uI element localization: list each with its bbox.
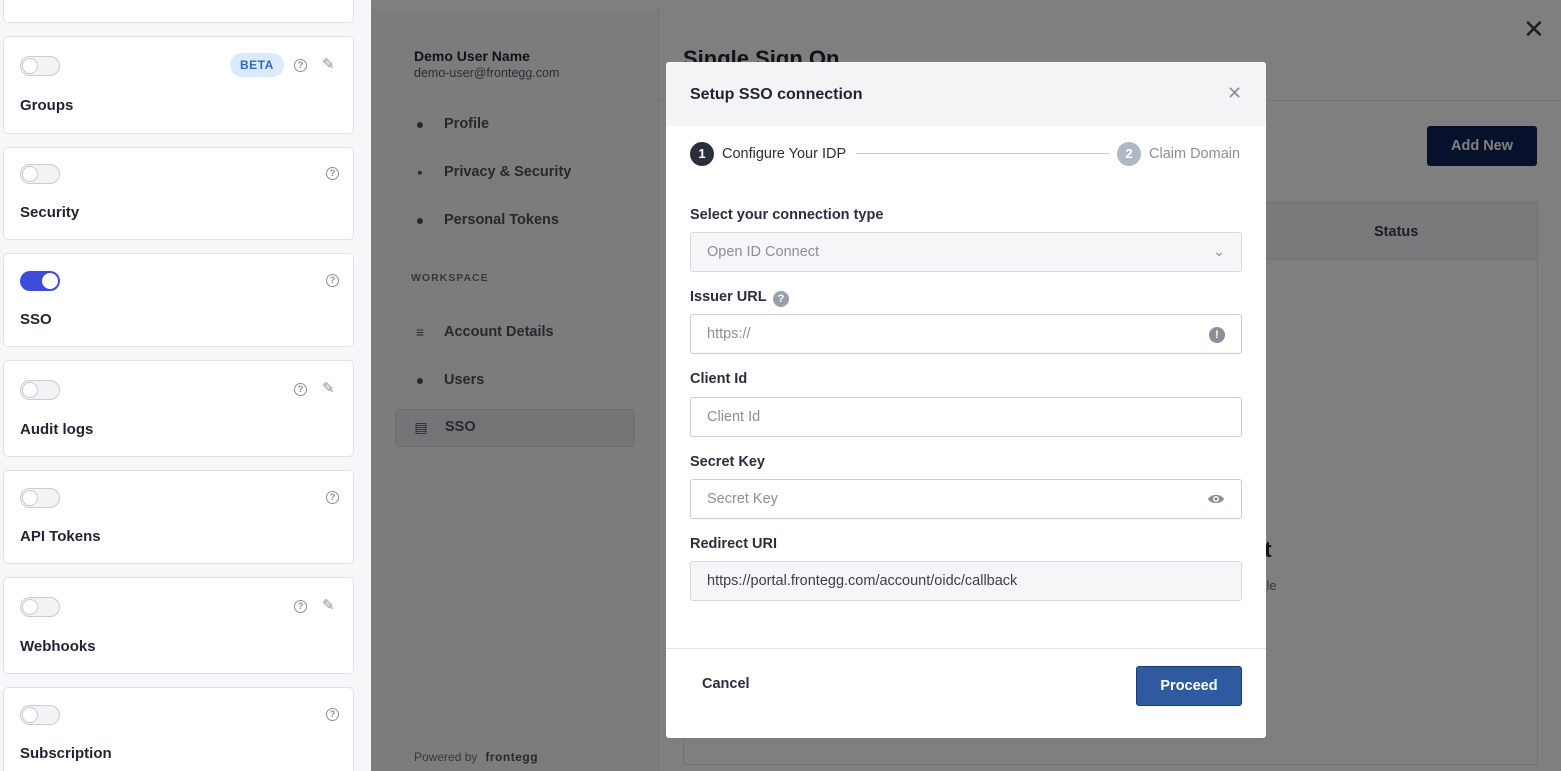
feature-title: Subscription — [20, 745, 112, 762]
feature-card-security: ? Security — [3, 147, 354, 240]
feature-title: Security — [20, 204, 80, 221]
toggle-knob — [22, 490, 38, 506]
step-label-configure-idp: Configure Your IDP — [722, 146, 847, 162]
issuer-url-label: Issuer URL — [690, 289, 767, 305]
secret-key-label: Secret Key — [690, 454, 765, 470]
connection-type-label: Select your connection type — [690, 207, 884, 223]
webhooks-toggle[interactable] — [20, 597, 60, 617]
groups-toggle[interactable] — [20, 56, 60, 76]
redirect-uri-field[interactable]: https://portal.frontegg.com/account/oidc… — [690, 561, 1242, 601]
setup-sso-modal: Setup SSO connection ✕ 1 Configure Your … — [666, 62, 1266, 738]
step-number-2: 2 — [1117, 142, 1141, 166]
feature-card-webhooks: ? ✎ Webhooks — [3, 577, 354, 674]
feature-title: Audit logs — [20, 421, 94, 438]
toggle-knob — [22, 58, 38, 74]
feature-card-subscription: ? Subscription — [3, 687, 354, 771]
issuer-url-placeholder: https:// — [707, 326, 751, 342]
feature-title: Webhooks — [20, 638, 96, 655]
toggle-knob — [22, 707, 38, 723]
stepper-line — [856, 153, 1109, 154]
proceed-button[interactable]: Proceed — [1136, 666, 1242, 706]
close-icon[interactable]: ✕ — [1227, 84, 1242, 102]
issuer-url-input[interactable]: https:// ! — [690, 314, 1242, 354]
toggle-knob — [22, 382, 38, 398]
redirect-uri-value: https://portal.frontegg.com/account/oidc… — [707, 573, 1018, 589]
help-icon[interactable]: ? — [326, 491, 339, 504]
feature-title: Groups — [20, 97, 74, 114]
feature-title: API Tokens — [20, 528, 101, 545]
edit-icon[interactable]: ✎ — [322, 381, 335, 397]
connection-type-select[interactable]: Open ID Connect ⌄ — [690, 232, 1242, 272]
chevron-down-icon: ⌄ — [1213, 243, 1225, 259]
secret-key-input[interactable]: Secret Key — [690, 479, 1242, 519]
help-icon[interactable]: ? — [773, 291, 789, 307]
feature-card-groups: BETA ? ✎ Groups — [3, 36, 354, 134]
client-id-input[interactable]: Client Id — [690, 397, 1242, 437]
api-tokens-toggle[interactable] — [20, 488, 60, 508]
step-number-1: 1 — [690, 142, 714, 166]
sso-toggle[interactable] — [20, 271, 60, 291]
toggle-knob — [42, 273, 58, 289]
client-id-label: Client Id — [690, 371, 748, 387]
toggle-knob — [22, 166, 38, 182]
feature-list: BETA ? ✎ Groups ? Security ? SSO ? ✎ Aud… — [0, 0, 371, 771]
help-icon[interactable]: ? — [326, 708, 339, 721]
client-id-placeholder: Client Id — [707, 409, 761, 425]
modal-header: Setup SSO connection ✕ — [666, 62, 1266, 126]
cancel-button[interactable]: Cancel — [702, 676, 750, 692]
alert-icon: ! — [1209, 327, 1225, 343]
redirect-uri-label: Redirect URI — [690, 536, 778, 552]
edit-icon[interactable]: ✎ — [322, 57, 335, 73]
toggle-knob — [22, 599, 38, 615]
secret-key-placeholder: Secret Key — [707, 491, 778, 507]
feature-card-api-tokens: ? API Tokens — [3, 470, 354, 564]
help-icon[interactable]: ? — [294, 600, 307, 613]
feature-card-partial — [3, 0, 354, 23]
help-icon[interactable]: ? — [326, 167, 339, 180]
eye-icon[interactable] — [1207, 492, 1225, 506]
edit-icon[interactable]: ✎ — [322, 598, 335, 614]
security-toggle[interactable] — [20, 164, 60, 184]
feature-title: SSO — [20, 311, 52, 328]
audit-logs-toggle[interactable] — [20, 380, 60, 400]
help-icon[interactable]: ? — [326, 274, 339, 287]
feature-card-audit-logs: ? ✎ Audit logs — [3, 360, 354, 457]
feature-card-sso: ? SSO — [3, 253, 354, 347]
step-label-claim-domain: Claim Domain — [1149, 146, 1241, 162]
help-icon[interactable]: ? — [294, 59, 307, 72]
modal-title: Setup SSO connection — [690, 86, 863, 103]
subscription-toggle[interactable] — [20, 705, 60, 725]
help-icon[interactable]: ? — [294, 383, 307, 396]
connection-type-value: Open ID Connect — [707, 244, 820, 260]
beta-badge: BETA — [230, 53, 284, 77]
modal-footer-divider — [666, 648, 1266, 649]
